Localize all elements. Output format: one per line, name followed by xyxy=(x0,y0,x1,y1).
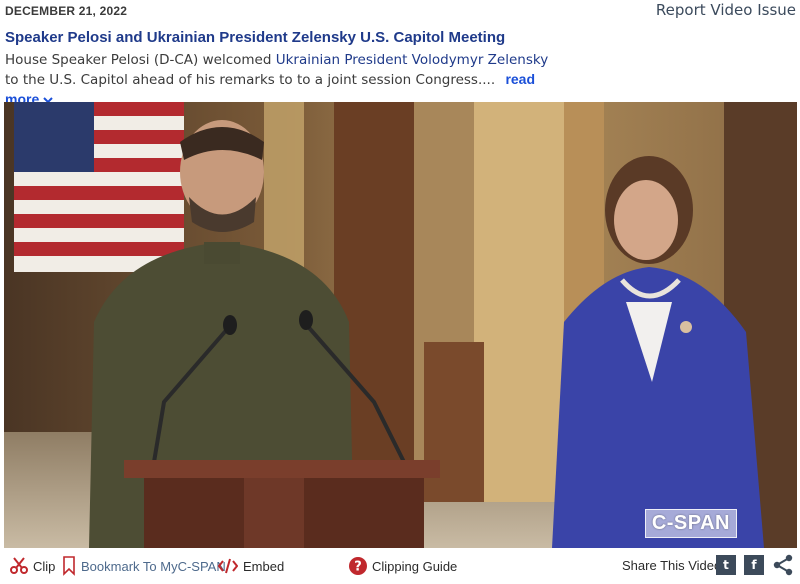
description-text-end: to the U.S. Capitol ahead of his remarks… xyxy=(5,72,496,88)
clip-button[interactable]: Clip xyxy=(10,556,55,576)
svg-text:?: ? xyxy=(354,560,362,575)
cspan-watermark: C-SPAN xyxy=(644,509,737,538)
clip-label: Clip xyxy=(33,558,56,574)
facebook-share-button[interactable]: f xyxy=(744,555,764,575)
share-this-video-label: Share This Video xyxy=(622,558,722,573)
zelensky-person-link[interactable]: Ukrainian President Volodymyr Zelensky xyxy=(276,52,549,68)
video-frame xyxy=(4,102,797,548)
video-player[interactable]: C-SPAN xyxy=(4,102,797,548)
scissors-icon xyxy=(10,557,28,574)
video-date: DECEMBER 21, 2022 xyxy=(5,4,128,18)
clipping-guide-button[interactable]: ? Clipping Guide xyxy=(349,556,457,576)
bookmark-icon xyxy=(63,556,75,576)
report-video-issue-link[interactable]: Report Video Issue xyxy=(656,1,796,19)
question-circle-icon: ? xyxy=(349,557,367,575)
description-text-start: House Speaker Pelosi (D-CA) welcomed xyxy=(5,52,276,68)
bookmark-button[interactable]: Bookmark To MyC-SPAN xyxy=(62,556,226,576)
bookmark-label: Bookmark To MyC-SPAN xyxy=(81,558,226,574)
twitter-icon: t xyxy=(723,558,729,572)
embed-button[interactable]: Embed xyxy=(218,556,284,576)
embed-label: Embed xyxy=(243,558,285,574)
clipping-guide-label: Clipping Guide xyxy=(372,558,458,574)
header-row: DECEMBER 21, 2022 Report Video Issue xyxy=(0,0,800,24)
share-icon[interactable] xyxy=(772,554,794,576)
facebook-icon: f xyxy=(751,558,757,572)
code-icon xyxy=(218,558,238,574)
video-toolbar: Clip Bookmark To MyC-SPAN Embed ? Clippi… xyxy=(0,548,800,584)
video-title[interactable]: Speaker Pelosi and Ukrainian President Z… xyxy=(5,29,505,46)
twitter-share-button[interactable]: t xyxy=(716,555,736,575)
